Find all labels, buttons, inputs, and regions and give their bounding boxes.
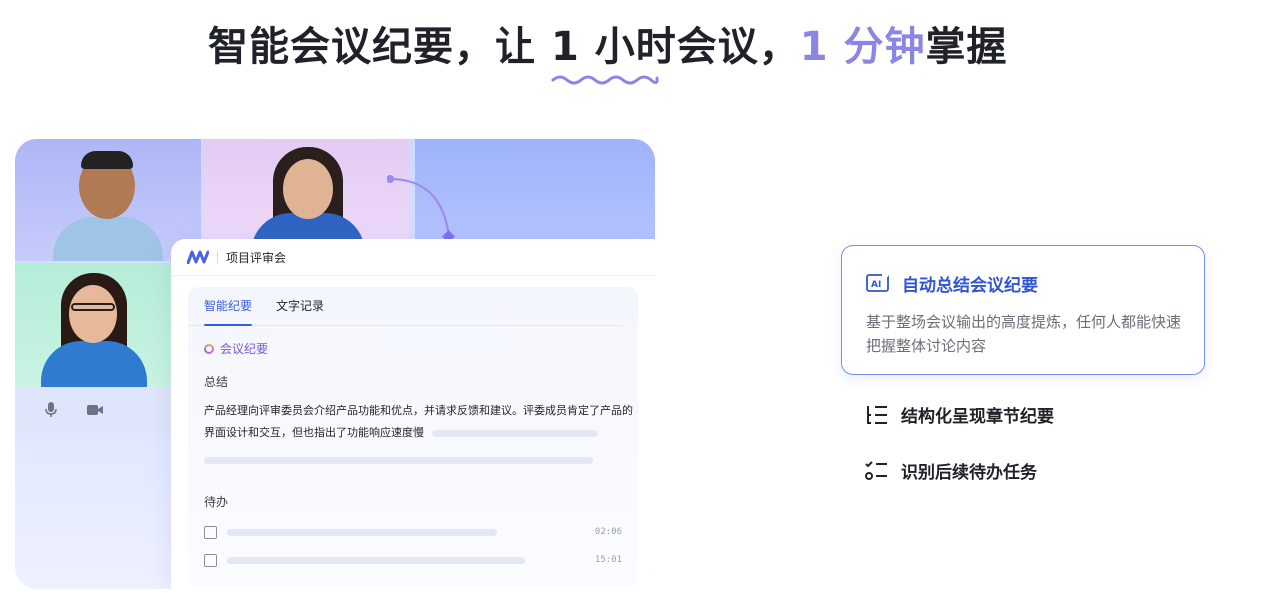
feature-label: 识别后续待办任务 [901,463,1037,483]
summary-text: 产品经理向评审委员会介绍产品功能和优点，并请求反馈和建议。评委成员肯定了产品的界… [188,400,636,444]
section-label: 会议纪要 [220,342,269,356]
notes-panel: 智能纪要 文字记录 会议纪要 总结 产品经理向评审委员会介绍产品功能和优点，并请… [188,287,638,587]
headline-text-2: 1 小时会议 [550,24,759,70]
headline-text-1: 智能会议纪要，让 [208,24,551,70]
summary-heading: 总结 [204,375,229,389]
app-logo-icon [187,250,209,264]
todo-item: 02:06 [188,518,622,546]
checklist-icon [865,460,887,480]
feature-label: 结构化呈现章节纪要 [901,407,1054,427]
todo-item: 15:01 [188,546,622,574]
headline-text-3: ， [758,24,800,70]
header-divider [217,251,218,263]
todo-checkbox[interactable] [204,525,217,539]
participant-avatar [31,263,157,387]
page-headline: 智能会议纪要，让 1 小时会议 ，1 分钟掌握 [208,22,1008,85]
loading-placeholder [432,429,598,437]
headline-emphasis: 1 小时会议 [550,22,759,85]
squiggle-underline-icon [551,75,659,85]
ai-ring-icon [204,343,214,354]
feature-description: 基于整场会议输出的高度提炼，任何人都能快速把握整体讨论内容 [866,313,1182,355]
feature-title: AI 自动总结会议纪要 [866,271,1038,296]
headline-highlight: 1 分钟 [799,24,926,70]
structured-list-icon [867,405,887,424]
headline-text-5: 掌握 [925,24,1008,70]
video-tile-woman-2 [15,263,171,387]
section-meeting-notes: 会议纪要 [188,340,638,357]
todo-timestamp: 15:01 [594,555,622,565]
ai-icon: AI [866,272,889,292]
notes-tabs: 智能纪要 文字记录 [188,287,622,326]
loading-placeholder [227,528,497,536]
meeting-title: 项目评审会 [226,250,287,265]
camera-icon[interactable] [86,401,104,419]
loading-placeholder [204,457,593,464]
summary-placeholder-row [188,450,638,469]
feature-todo-detection[interactable]: 识别后续待办任务 [865,458,1037,483]
tab-smart-notes[interactable]: 智能纪要 [204,287,253,326]
todo-heading: 待办 [204,495,229,509]
meeting-notes-card: 项目评审会 智能纪要 文字记录 会议纪要 总结 产品经理向评审委员会介绍产品功能… [171,239,655,589]
todo-checkbox[interactable] [204,553,217,567]
todo-timestamp: 02:06 [594,527,622,537]
loading-placeholder [227,556,525,564]
todo-list: 02:06 15:01 [188,518,638,574]
meeting-illustration: 项目评审会 智能纪要 文字记录 会议纪要 总结 产品经理向评审委员会介绍产品功能… [15,139,655,589]
call-controls [15,387,171,433]
feature-card-auto-summary[interactable]: AI 自动总结会议纪要 基于整场会议输出的高度提炼，任何人都能快速把握整体讨论内… [841,245,1205,375]
svg-text:AI: AI [871,280,881,290]
feature-title-text: 自动总结会议纪要 [902,276,1038,296]
microphone-icon[interactable] [42,401,60,419]
connector-line-icon [387,175,455,243]
feature-structured-notes[interactable]: 结构化呈现章节纪要 [865,402,1054,427]
card-header: 项目评审会 [171,239,655,276]
participant-avatar [43,139,173,261]
tab-transcript[interactable]: 文字记录 [276,287,324,325]
